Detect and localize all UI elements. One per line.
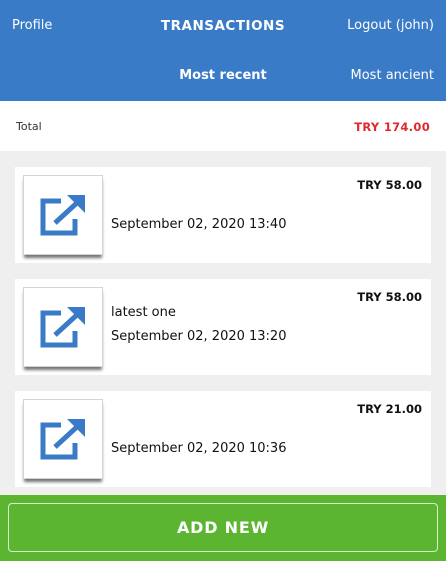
transaction-thumbnail[interactable] [23, 399, 103, 479]
logout-link[interactable]: Logout (john) [347, 18, 434, 33]
external-link-icon [40, 195, 85, 236]
transaction-card[interactable]: TRY 58.00 latest one September 02, 2020 … [15, 279, 431, 375]
total-value: TRY 174.00 [354, 120, 430, 134]
external-link-icon [40, 419, 85, 460]
transaction-note: latest one [111, 305, 176, 320]
sort-most-ancient-tab[interactable]: Most ancient [351, 68, 434, 83]
transaction-card[interactable]: TRY 58.00 September 02, 2020 13:40 [15, 167, 431, 263]
footer-bar: ADD NEW [0, 495, 446, 561]
external-link-icon [40, 307, 85, 348]
transaction-card[interactable]: TRY 21.00 September 02, 2020 10:36 [15, 391, 431, 487]
total-bar: Total TRY 174.00 [0, 101, 446, 151]
transaction-thumbnail[interactable] [23, 175, 103, 255]
transaction-amount: TRY 58.00 [357, 290, 422, 304]
total-label: Total [16, 120, 42, 133]
app-header: Profile TRANSACTIONS Logout (john) Most … [0, 0, 446, 101]
transaction-date: September 02, 2020 10:36 [111, 441, 287, 456]
transaction-date: September 02, 2020 13:20 [111, 329, 287, 344]
transaction-amount: TRY 21.00 [357, 402, 422, 416]
transaction-amount: TRY 58.00 [357, 178, 422, 192]
transaction-thumbnail[interactable] [23, 287, 103, 367]
transaction-date: September 02, 2020 13:40 [111, 217, 287, 232]
add-new-button[interactable]: ADD NEW [8, 503, 438, 552]
